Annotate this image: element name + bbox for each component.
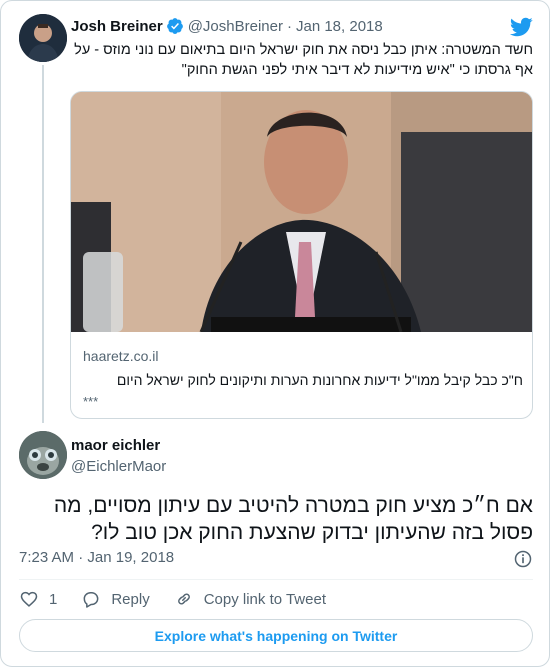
heart-icon [20, 591, 38, 607]
link-preview-card[interactable]: haaretz.co.il ח"כ כבל קיבל ממו"ל ידיעות … [70, 91, 533, 419]
header-separator: · [286, 17, 292, 35]
tweet-actions-bar: 1 Reply Copy link to Tweet [19, 588, 350, 610]
speech-bubble-icon [83, 592, 99, 608]
tweet-time[interactable]: 7:23 AM [19, 549, 74, 566]
copy-link-button[interactable]: Copy link to Tweet [174, 589, 326, 609]
main-tweet-text: אם ח״כ מציע חוק במטרה להיטיב עם עיתון מס… [53, 494, 533, 544]
link-domain: haaretz.co.il [83, 348, 159, 364]
main-author-name[interactable]: maor eichler [71, 437, 160, 454]
parent-author-name[interactable]: Josh Breiner [71, 18, 163, 35]
explore-twitter-button[interactable]: Explore what's happening on Twitter [19, 619, 533, 652]
link-description: *** [83, 394, 99, 409]
like-count: 1 [49, 590, 58, 608]
verified-badge-icon [166, 18, 183, 34]
parent-tweet-text: חשד המשטרה: איתן כבל ניסה את חוק ישראל ה… [74, 42, 533, 78]
timestamp-separator: · [78, 549, 84, 566]
info-icon[interactable] [513, 549, 533, 569]
main-author-avatar[interactable] [19, 431, 67, 479]
main-author-handle[interactable]: @EichlerMaor [71, 458, 166, 475]
twitter-bird-icon[interactable] [509, 15, 533, 39]
divider [19, 579, 533, 580]
tweet-embed-card: Josh Breiner @JoshBreiner · Jan 18, 2018… [0, 0, 550, 667]
thread-connector-line [42, 65, 44, 423]
parent-author-handle[interactable]: @JoshBreiner [188, 18, 283, 35]
parent-author-avatar[interactable] [19, 14, 67, 62]
link-preview-image [71, 92, 532, 332]
link-title: ח"כ כבל קיבל ממו"ל ידיעות אחרונות הערות … [116, 372, 523, 388]
link-chain-icon [177, 593, 190, 605]
reply-button[interactable]: Reply [81, 589, 150, 609]
tweet-timestamp[interactable]: 7:23 AM · Jan 19, 2018 [19, 549, 174, 566]
link-preview-meta: haaretz.co.il ח"כ כבל קיבל ממו"ל ידיעות … [83, 348, 523, 409]
reply-label: Reply [111, 590, 150, 608]
parent-tweet-header: Josh Breiner @JoshBreiner · Jan 18, 2018 [71, 16, 383, 36]
parent-tweet-date[interactable]: Jan 18, 2018 [296, 18, 383, 35]
like-button[interactable]: 1 [19, 589, 57, 609]
copy-link-label: Copy link to Tweet [203, 590, 326, 608]
tweet-date[interactable]: Jan 19, 2018 [87, 549, 174, 566]
